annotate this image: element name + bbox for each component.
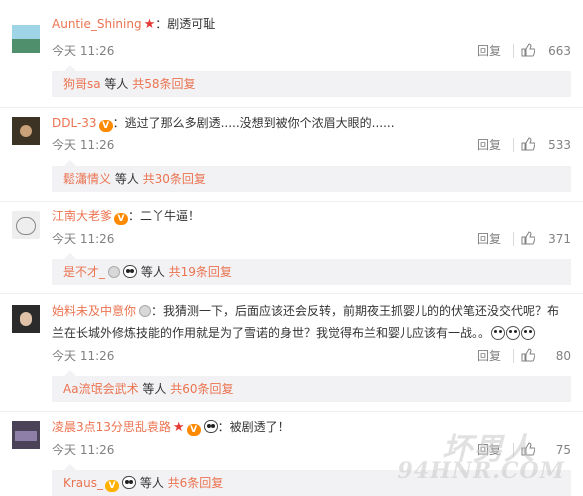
star-icon: ★	[143, 17, 156, 32]
divider	[513, 232, 514, 246]
medal-icon	[139, 305, 152, 317]
vip-badge-icon: V	[186, 424, 201, 436]
reply-user[interactable]: Aa流氓会武术	[63, 382, 139, 396]
reply-button[interactable]: 回复	[477, 43, 501, 59]
vip-badge-icon: V	[114, 213, 129, 225]
thumbs-up-icon[interactable]	[521, 231, 535, 245]
emoji-icon	[491, 326, 506, 340]
avatar[interactable]	[12, 117, 40, 145]
divider	[0, 293, 583, 294]
divider	[513, 349, 514, 363]
reply-preview[interactable]: 鬆瀟情义 等人 共30条回复	[52, 160, 571, 192]
like-count: 80	[555, 349, 571, 363]
like-count: 371	[548, 232, 571, 246]
reply-mid-text: 等人	[138, 382, 171, 396]
star-icon: ★	[172, 420, 185, 435]
comment-text: ：我猜测一下，后面应该还会反转，前期夜王抓婴儿的的伏笔还没交代呢？布	[151, 304, 560, 318]
avatar[interactable]	[12, 25, 40, 53]
reply-mid-text: 等人	[136, 476, 168, 490]
medal-icon	[108, 266, 121, 278]
watermark: 坏男人 94HNR.COM	[365, 424, 565, 484]
emoji-icon	[521, 326, 536, 340]
timestamp: 今天 11:26	[52, 349, 115, 363]
divider	[0, 201, 583, 202]
reply-user[interactable]: 狗哥sa	[63, 77, 101, 91]
emoji-icon	[506, 326, 521, 340]
divider	[513, 138, 514, 152]
timestamp: 今天 11:26	[52, 232, 115, 246]
avatar[interactable]	[12, 211, 40, 239]
reply-button[interactable]: 回复	[477, 231, 501, 247]
panda-icon	[203, 420, 218, 433]
reply-mid-text: 等人	[137, 265, 169, 279]
timestamp: 今天 11:26	[52, 138, 115, 152]
reply-mid-text: 等人	[111, 172, 143, 186]
panda-icon	[122, 476, 137, 489]
watermark-url: 94HNR.COM	[397, 458, 565, 484]
avatar[interactable]	[12, 421, 40, 449]
thumbs-up-icon[interactable]	[521, 43, 535, 57]
reply-user[interactable]: 是不才_	[63, 265, 105, 279]
more-replies-link[interactable]: 共60条回复	[170, 382, 233, 396]
username[interactable]: 始料未及中意你	[52, 304, 136, 318]
comment-text: ：二丫牛逼！	[128, 209, 201, 223]
reply-button[interactable]: 回复	[477, 348, 501, 364]
divider	[513, 44, 514, 58]
timestamp: 今天 11:26	[52, 44, 115, 58]
comment-text-continued: 兰在长城外修炼技能的作用就是为了雪诺的身世？我觉得布兰和婴儿应该有一战。。	[52, 326, 491, 340]
comment-text: ：被剧透了！	[217, 420, 290, 434]
reply-preview[interactable]: Aa流氓会武术 等人 共60条回复	[52, 370, 571, 402]
divider	[0, 411, 583, 412]
reply-user[interactable]: Kraus_	[63, 476, 103, 490]
comment-text: ：剧透可耻	[155, 17, 216, 31]
more-replies-link[interactable]: 共58条回复	[132, 77, 195, 91]
thumbs-up-icon[interactable]	[521, 348, 535, 362]
vip-badge-icon: V	[98, 120, 113, 132]
username[interactable]: Auntie_Shining	[52, 17, 142, 31]
comment-text: ：逃过了那么多剧透.....没想到被你个浓眉大眼的......	[112, 116, 395, 130]
panda-icon	[123, 265, 138, 278]
username[interactable]: 江南大老爹	[52, 209, 112, 223]
reply-button[interactable]: 回复	[477, 137, 501, 153]
more-replies-link[interactable]: 共6条回复	[168, 476, 224, 490]
timestamp: 今天 11:26	[52, 443, 115, 457]
username[interactable]: DDL-33	[52, 116, 97, 130]
thumbs-up-icon[interactable]	[521, 137, 535, 151]
like-count: 533	[548, 138, 571, 152]
reply-preview[interactable]: 是不才_ 等人 共19条回复	[52, 253, 571, 285]
reply-mid-text: 等人	[100, 77, 133, 91]
more-replies-link[interactable]: 共19条回复	[169, 265, 232, 279]
username[interactable]: 凌晨3点13分思乱袁路	[52, 420, 171, 434]
more-replies-link[interactable]: 共30条回复	[143, 172, 206, 186]
vip-badge-icon: V	[105, 480, 120, 492]
like-count: 663	[548, 44, 571, 58]
reply-user[interactable]: 鬆瀟情义	[63, 172, 111, 186]
divider	[0, 107, 583, 108]
avatar[interactable]	[12, 305, 40, 333]
reply-preview[interactable]: 狗哥sa 等人 共58条回复	[52, 65, 571, 97]
